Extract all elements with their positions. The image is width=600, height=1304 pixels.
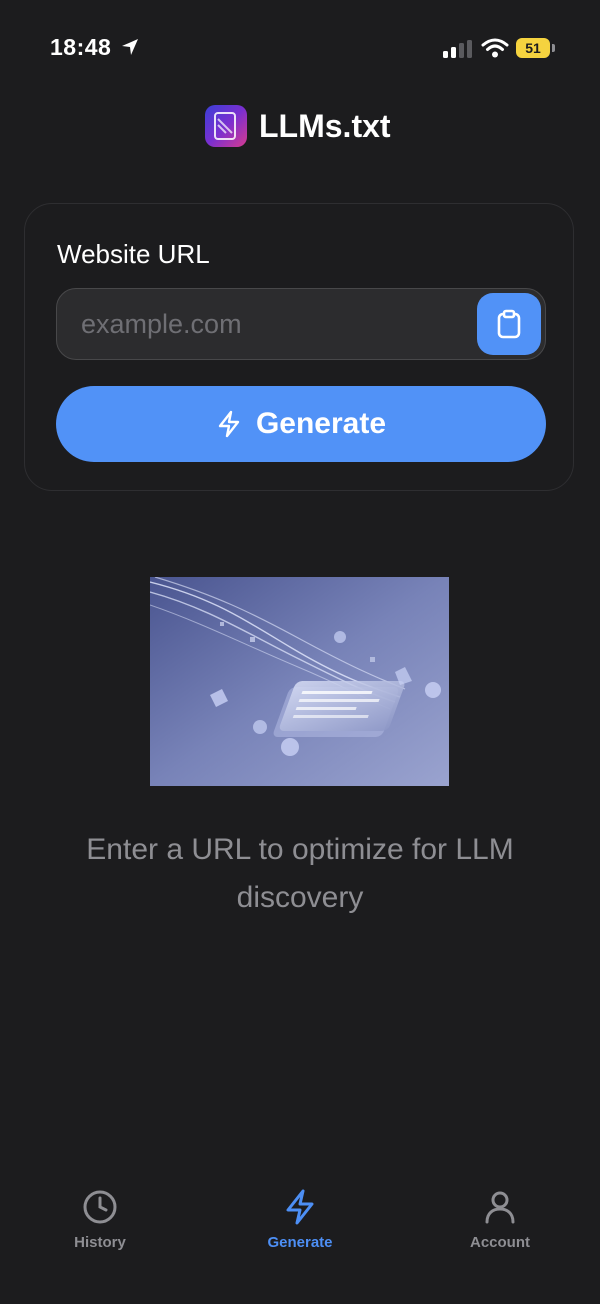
clipboard-icon <box>497 309 521 339</box>
url-input[interactable] <box>79 289 473 360</box>
status-time: 18:48 <box>50 34 112 60</box>
status-bar: 18:48 51 <box>0 0 600 100</box>
tab-history-label: History <box>74 1234 126 1251</box>
tab-bar: History Generate Account <box>0 1170 600 1304</box>
url-form-card: Website URL Generate <box>24 203 574 491</box>
lightning-icon <box>286 1189 314 1225</box>
lightning-icon <box>218 410 240 438</box>
app-title: LLMs.txt <box>259 108 391 144</box>
location-arrow-icon <box>122 39 138 55</box>
battery-indicator: 51 <box>516 38 550 58</box>
cellular-signal-icon <box>443 40 472 58</box>
battery-level: 51 <box>525 40 541 56</box>
illustration-image <box>150 577 449 786</box>
generate-button-label: Generate <box>255 407 387 440</box>
empty-state-message: Enter a URL to optimize for LLM discover… <box>86 833 514 914</box>
clock-icon <box>83 1190 117 1224</box>
battery-cap <box>552 44 555 52</box>
generate-button[interactable]: Generate <box>56 386 546 462</box>
website-url-label: Website URL <box>57 239 210 269</box>
paste-button[interactable] <box>477 293 541 355</box>
tab-generate[interactable]: Generate <box>220 1188 380 1258</box>
wifi-icon <box>481 38 509 58</box>
tab-account[interactable]: Account <box>420 1188 580 1258</box>
url-field <box>56 288 546 360</box>
app-header: LLMs.txt <box>0 100 600 154</box>
tab-history[interactable]: History <box>20 1188 180 1258</box>
tab-generate-label: Generate <box>267 1234 333 1251</box>
document-logo-icon <box>205 105 247 147</box>
person-icon <box>485 1191 515 1224</box>
tab-account-label: Account <box>470 1234 530 1251</box>
